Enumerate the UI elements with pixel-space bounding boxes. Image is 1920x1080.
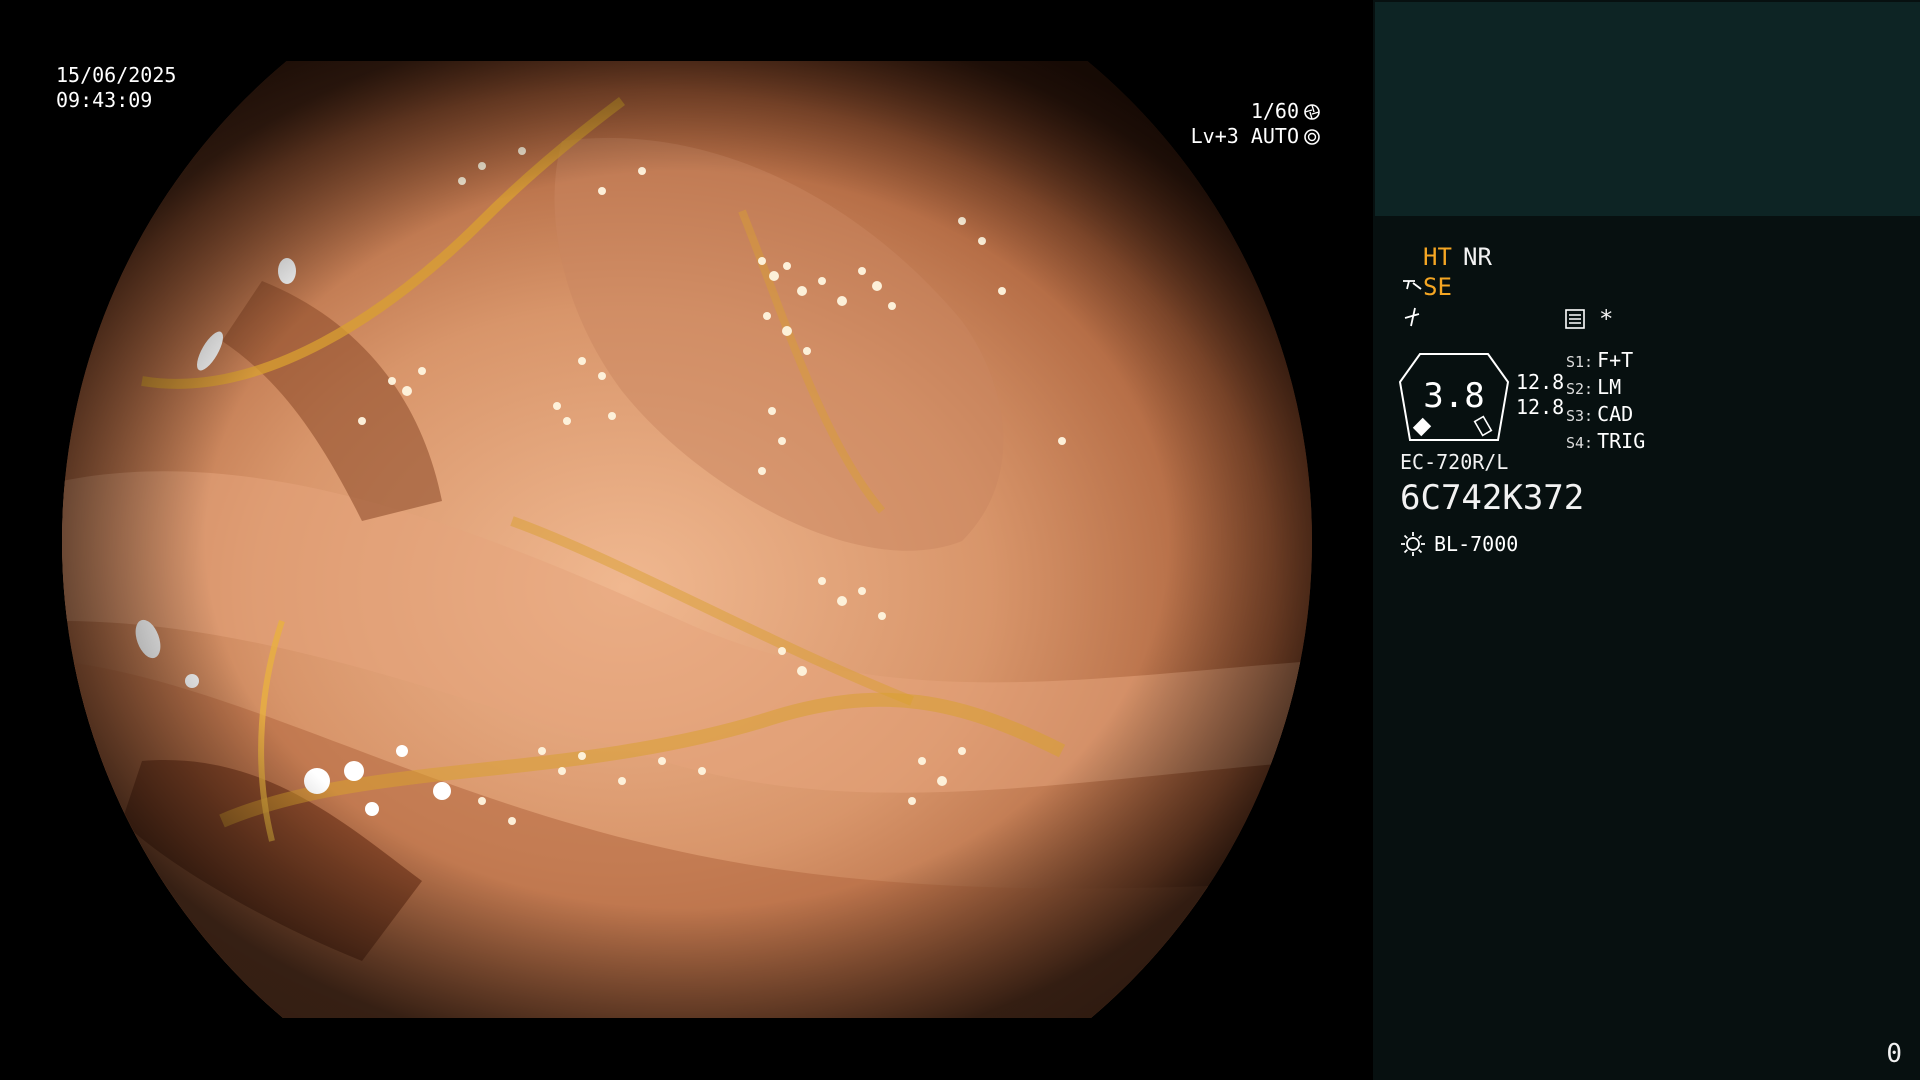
light-source-row: BL-7000 (1400, 531, 1518, 557)
se-mode-icon (1403, 280, 1422, 290)
switch-id: S4: (1566, 434, 1594, 452)
date-text: 15/06/2025 (56, 63, 177, 87)
zoom-indicator: 3.8 (1398, 352, 1510, 442)
iris-value-2: 12.8 (1516, 395, 1565, 419)
level-row: Lv+3 AUTO (1191, 124, 1321, 149)
iris-value-1: 12.8 (1516, 370, 1565, 394)
switch-row: S2: LM (1566, 375, 1645, 402)
info-panel: HT NR SE * 3.8 12.8 12.8 S1: F+T S2: LM (1373, 0, 1920, 1080)
exposure-display: 1/60 Lv+3 AUTO (1191, 99, 1321, 149)
scope-model: EC-720R/L (1400, 450, 1509, 474)
se-indicator: SE (1423, 273, 1452, 301)
switch-assignments: S1: F+T S2: LM S3: CAD S4: TRIG (1566, 348, 1645, 456)
iris-icon (1304, 128, 1320, 145)
switch-label: TRIG (1597, 429, 1646, 453)
star-indicator: * (1599, 305, 1614, 333)
iris-values: 12.8 12.8 (1516, 370, 1564, 420)
switch-row: S1: F+T (1566, 348, 1645, 375)
switch-label: F+T (1597, 348, 1634, 372)
switch-row: S3: CAD (1566, 402, 1645, 429)
enhance-icon (1404, 307, 1420, 327)
shutter-speed: 1/60 (1250, 99, 1299, 123)
zoom-value: 3.8 (1423, 376, 1485, 416)
scope-serial: 6C742K372 (1400, 478, 1585, 518)
brightness-level: Lv+3 AUTO (1190, 124, 1299, 148)
shutter-row: 1/60 (1191, 99, 1321, 124)
endoscope-viewport: 15/06/2025 09:43:09 1/60 Lv+3 AUTO (0, 0, 1373, 1080)
image-counter: 0 (1886, 1039, 1902, 1069)
nr-indicator: NR (1463, 243, 1492, 271)
switch-id: S2: (1566, 380, 1594, 398)
light-icon (1401, 532, 1425, 556)
switch-id: S1: (1566, 353, 1594, 371)
memo-icon (1565, 309, 1585, 329)
patient-info-area (1375, 2, 1920, 216)
time-text: 09:43:09 (56, 88, 153, 112)
switch-label: CAD (1597, 402, 1634, 426)
switch-label: LM (1597, 375, 1622, 399)
aperture-icon (1304, 103, 1320, 120)
endoscopic-image (62, 61, 1312, 1018)
light-source-name: BL-7000 (1434, 532, 1519, 556)
ht-indicator: HT (1423, 243, 1452, 271)
switch-id: S3: (1566, 407, 1594, 425)
switch-row: S4: TRIG (1566, 429, 1645, 456)
date-time-display: 15/06/2025 09:43:09 (56, 63, 176, 113)
